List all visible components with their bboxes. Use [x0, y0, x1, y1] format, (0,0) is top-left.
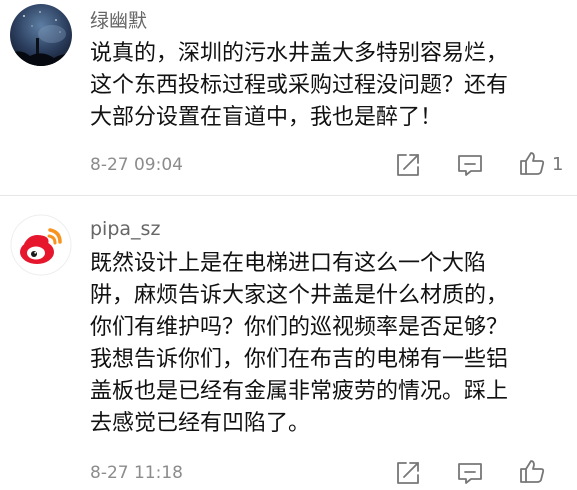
- share-icon[interactable]: [395, 460, 421, 486]
- comment-body: 既然设计上是在电梯进口有这么一个大陷 阱，麻烦告诉大家这个井盖是什么材质的， 你…: [90, 248, 570, 440]
- comment-icon[interactable]: [457, 152, 483, 178]
- thumbs-up-icon[interactable]: [519, 150, 545, 176]
- comment-text-line: 既然设计上是在电梯进口有这么一个大陷: [90, 251, 487, 276]
- share-icon[interactable]: [395, 152, 421, 178]
- comment-text-line: 我想告诉你们，你们在布吉的电梯有一些铝: [90, 347, 509, 372]
- comment-timestamp: 8-27 11:18: [90, 463, 183, 483]
- comment-icon[interactable]: [457, 460, 483, 486]
- night-sky-avatar-icon[interactable]: [10, 4, 72, 66]
- comment-text-line: 去感觉已经有凹陷了。: [90, 411, 311, 436]
- comment-body: 说真的，深圳的污水井盖大多特别容易烂， 这个东西投标过程或采购过程没问题？还有 …: [90, 38, 570, 134]
- comment-username[interactable]: pipa_sz: [90, 218, 160, 240]
- comment-text-line: 大部分设置在盲道中，我也是醉了！: [90, 105, 443, 130]
- comment-text-line: 盖板也是已经有金属非常疲劳的情况。踩上: [90, 379, 509, 404]
- comment-text-line: 说真的，深圳的污水井盖大多特别容易烂，: [90, 41, 509, 66]
- like-count: 1: [552, 154, 564, 175]
- comment-timestamp: 8-27 09:04: [90, 155, 183, 175]
- comment-divider: [0, 195, 577, 196]
- comment-username[interactable]: 绿幽默: [90, 6, 147, 33]
- comment-text-line: 你们有维护吗？你们的巡视频率是否足够？: [90, 315, 509, 340]
- comment-text-line: 这个东西投标过程或采购过程没问题？还有: [90, 73, 509, 98]
- comment-text-line: 阱，麻烦告诉大家这个井盖是什么材质的，: [90, 283, 509, 308]
- thumbs-up-icon[interactable]: [519, 458, 545, 484]
- weibo-logo-avatar-icon[interactable]: [10, 214, 72, 276]
